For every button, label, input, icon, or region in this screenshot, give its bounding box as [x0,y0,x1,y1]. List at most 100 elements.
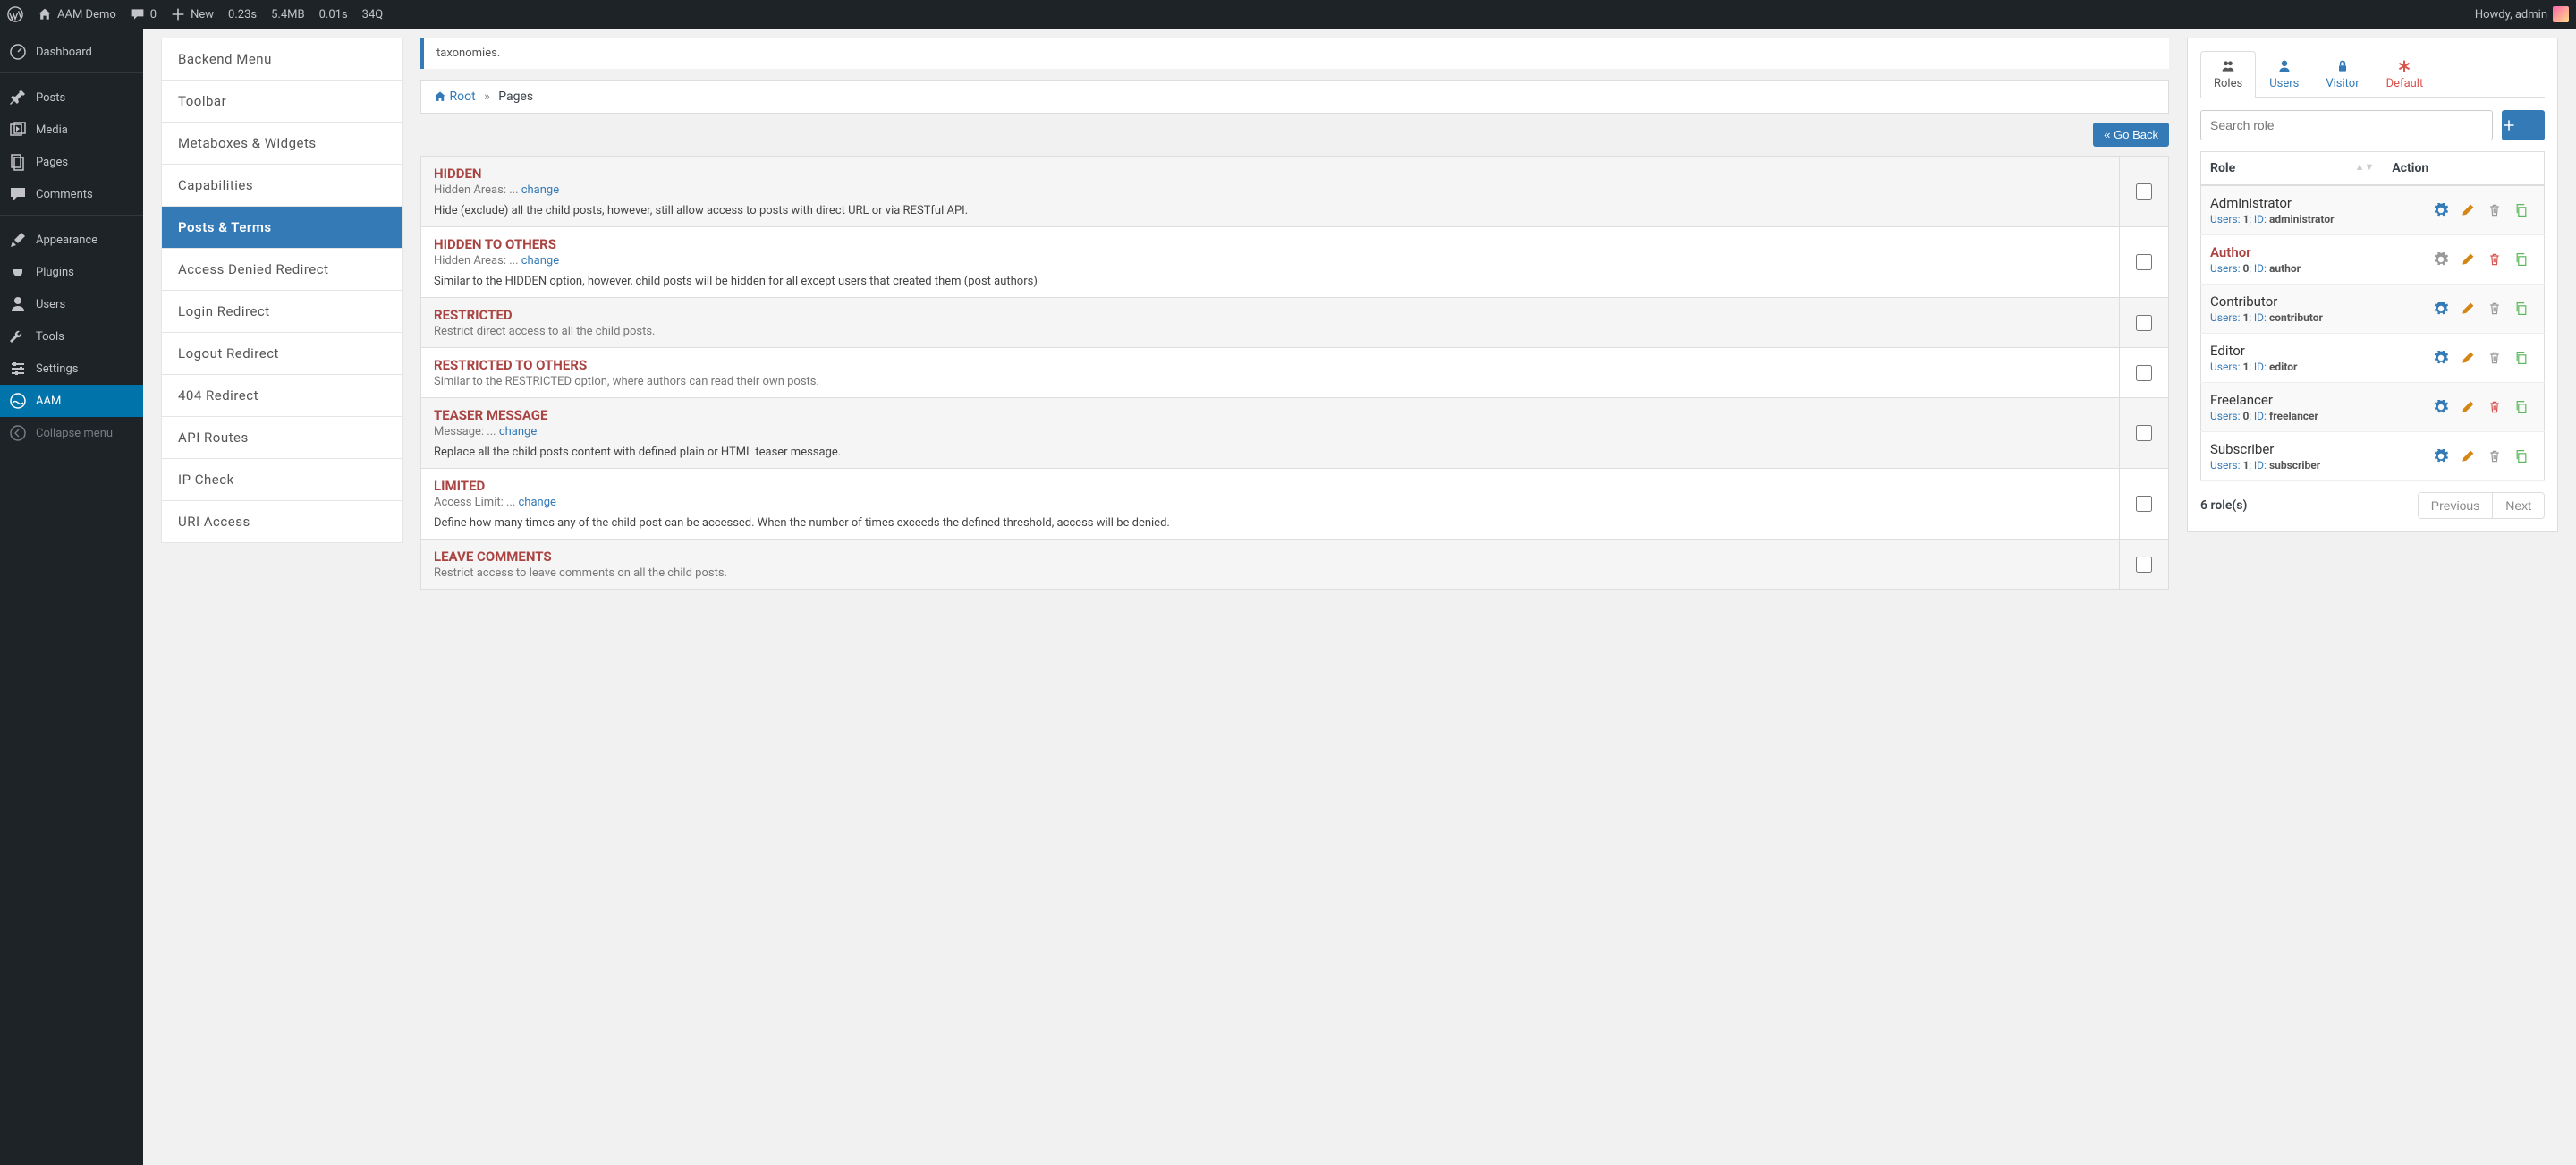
delete-role-button[interactable] [2485,348,2504,368]
option-checkbox[interactable] [2136,365,2152,381]
tab-visitor[interactable]: Visitor [2312,51,2372,98]
option-desc: Define how many times any of the child p… [434,516,2106,530]
delete-role-button[interactable] [2485,250,2504,269]
role-name: Editor [2210,343,2374,359]
action-col-header: Action [2383,152,2544,186]
admin-bar: AAM Demo 0 New 0.23s 5.4MB 0.01s 34Q How… [0,0,2576,29]
perf-stat-3[interactable]: 34Q [362,8,384,21]
wp-menu-pages[interactable]: Pages [0,146,143,178]
collapse-icon [9,424,27,442]
wp-menu-plugins[interactable]: Plugins [0,256,143,288]
delete-role-button[interactable] [2485,446,2504,466]
howdy-link[interactable]: Howdy, admin [2475,6,2569,22]
role-meta: Users: 0; ID: freelancer [2210,410,2374,422]
comments-link[interactable]: 0 [131,7,157,21]
option-row: HIDDEN TO OTHERSHidden Areas: ... change… [421,227,2168,298]
option-checkbox[interactable] [2136,315,2152,331]
change-link[interactable]: change [499,425,537,438]
clone-role-button[interactable] [2512,299,2531,319]
wp-menu-collapse-menu[interactable]: Collapse menu [0,417,143,449]
plus-icon [2502,118,2516,132]
option-checkbox[interactable] [2136,496,2152,512]
clone-role-button[interactable] [2512,250,2531,269]
edit-role-button[interactable] [2458,397,2478,417]
menu-label: Users [36,298,65,311]
edit-role-button[interactable] [2458,348,2478,368]
delete-role-button[interactable] [2485,299,2504,319]
breadcrumb-root[interactable]: Root [449,89,475,104]
feature-api-routes[interactable]: API Routes [162,417,402,459]
edit-role-button[interactable] [2458,299,2478,319]
wp-menu-dashboard[interactable]: Dashboard [0,36,143,68]
role-row: AdministratorUsers: 1; ID: administrator [2201,185,2545,235]
tab-roles[interactable]: Roles [2200,51,2256,98]
manage-role-button[interactable] [2431,250,2451,269]
menu-label: Appearance [36,234,97,247]
manage-role-button[interactable] [2431,200,2451,220]
role-col-header[interactable]: Role▲▼ [2201,152,2384,186]
manage-role-button[interactable] [2431,348,2451,368]
feature-ip-check[interactable]: IP Check [162,459,402,501]
tab-users[interactable]: Users [2256,51,2312,98]
prev-button[interactable]: Previous [2419,493,2492,518]
clone-role-button[interactable] [2512,200,2531,220]
wp-menu-aam[interactable]: AAM [0,385,143,417]
page-icon [9,153,27,171]
option-checkbox[interactable] [2136,425,2152,441]
add-role-button[interactable] [2502,110,2545,140]
next-button[interactable]: Next [2492,493,2544,518]
delete-role-button[interactable] [2485,397,2504,417]
feature-logout-redirect[interactable]: Logout Redirect [162,333,402,375]
wp-logo-icon[interactable] [7,6,23,22]
wp-menu-appearance[interactable]: Appearance [0,224,143,256]
change-link[interactable]: change [519,496,556,509]
manage-role-button[interactable] [2431,299,2451,319]
wp-menu-posts[interactable]: Posts [0,81,143,114]
perf-stat-0[interactable]: 0.23s [228,8,257,21]
edit-role-button[interactable] [2458,446,2478,466]
wrench-icon [9,327,27,345]
feature-posts-terms[interactable]: Posts & Terms [162,207,402,249]
manage-role-button[interactable] [2431,446,2451,466]
media-icon [9,121,27,139]
clone-role-button[interactable] [2512,348,2531,368]
wp-menu-comments[interactable]: Comments [0,178,143,210]
go-back-button[interactable]: « Go Back [2093,123,2169,147]
wp-menu-users[interactable]: Users [0,288,143,320]
option-title: HIDDEN [434,166,2106,182]
plug-icon [9,263,27,281]
feature-metaboxes-widgets[interactable]: Metaboxes & Widgets [162,123,402,165]
feature-backend-menu[interactable]: Backend Menu [162,38,402,81]
feature-toolbar[interactable]: Toolbar [162,81,402,123]
edit-role-button[interactable] [2458,250,2478,269]
change-link[interactable]: change [521,254,559,268]
perf-stat-1[interactable]: 5.4MB [271,8,305,21]
change-link[interactable]: change [521,183,559,197]
feature-uri-access[interactable]: URI Access [162,501,402,542]
option-checkbox[interactable] [2136,254,2152,270]
feature--redirect[interactable]: 404 Redirect [162,375,402,417]
wp-menu-media[interactable]: Media [0,114,143,146]
clone-role-button[interactable] [2512,397,2531,417]
site-name-link[interactable]: AAM Demo [38,7,116,21]
delete-role-button[interactable] [2485,200,2504,220]
search-role-input[interactable] [2200,110,2493,140]
perf-stat-2[interactable]: 0.01s [319,8,348,21]
menu-label: Collapse menu [36,427,113,440]
sliders-icon [9,360,27,378]
tab-default[interactable]: Default [2373,51,2437,98]
edit-role-button[interactable] [2458,200,2478,220]
option-checkbox[interactable] [2136,183,2152,200]
clone-role-button[interactable] [2512,446,2531,466]
new-link[interactable]: New [171,7,214,21]
feature-login-redirect[interactable]: Login Redirect [162,291,402,333]
option-title: HIDDEN TO OTHERS [434,236,2106,252]
manage-role-button[interactable] [2431,397,2451,417]
wp-menu-tools[interactable]: Tools [0,320,143,353]
feature-capabilities[interactable]: Capabilities [162,165,402,207]
wp-menu-settings[interactable]: Settings [0,353,143,385]
option-title: RESTRICTED TO OTHERS [434,357,2106,373]
feature-access-denied-redirect[interactable]: Access Denied Redirect [162,249,402,291]
option-checkbox[interactable] [2136,557,2152,573]
comment-icon [131,7,145,21]
